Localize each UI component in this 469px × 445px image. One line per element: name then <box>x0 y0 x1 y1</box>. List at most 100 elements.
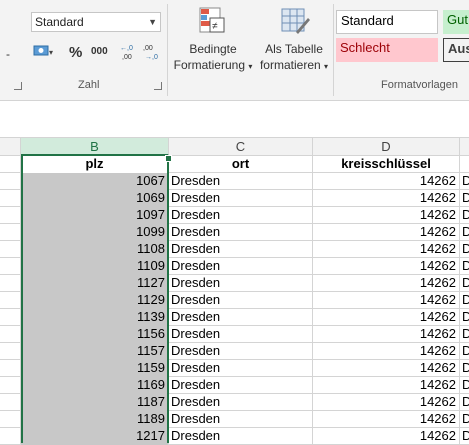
cell-e[interactable]: D <box>460 411 469 428</box>
cell[interactable] <box>0 275 21 292</box>
style-schlecht[interactable]: Schlecht <box>336 38 438 62</box>
cell-ort[interactable]: Dresden <box>169 258 313 275</box>
number-format-dropdown[interactable]: Standard ▼ <box>31 12 161 32</box>
cell[interactable] <box>0 360 21 377</box>
cell-ort[interactable]: Dresden <box>169 394 313 411</box>
cell-kreisschluessel[interactable]: 14262 <box>313 224 460 241</box>
cell-plz[interactable]: 1127 <box>21 275 169 292</box>
column-header-a[interactable] <box>0 138 21 156</box>
cell-e[interactable]: D <box>460 207 469 224</box>
cell-kreisschluessel[interactable]: 14262 <box>313 207 460 224</box>
cell[interactable] <box>0 173 21 190</box>
cell-plz[interactable]: 1156 <box>21 326 169 343</box>
cell-plz[interactable]: 1189 <box>21 411 169 428</box>
cell-e[interactable]: D <box>460 292 469 309</box>
cell-kreisschluessel[interactable]: 14262 <box>313 377 460 394</box>
header-cell-plz[interactable]: plz <box>21 156 169 173</box>
cell-plz[interactable]: 1159 <box>21 360 169 377</box>
cell[interactable] <box>0 156 21 173</box>
column-header-b[interactable]: B <box>21 138 169 156</box>
cell-plz[interactable]: 1169 <box>21 377 169 394</box>
cell[interactable] <box>0 224 21 241</box>
cell[interactable] <box>0 258 21 275</box>
cell-ort[interactable]: Dresden <box>169 207 313 224</box>
style-ausgabe[interactable]: Aus <box>443 38 469 62</box>
cell[interactable] <box>0 326 21 343</box>
cell-kreisschluessel[interactable]: 14262 <box>313 173 460 190</box>
cell-ort[interactable]: Dresden <box>169 326 313 343</box>
column-header-e[interactable] <box>460 138 469 156</box>
column-header-d[interactable]: D <box>313 138 460 156</box>
cell-ort[interactable]: Dresden <box>169 343 313 360</box>
cell-kreisschluessel[interactable]: 14262 <box>313 258 460 275</box>
increase-decimal-button[interactable]: ←,0 ,00 <box>120 42 138 65</box>
cell[interactable] <box>0 292 21 309</box>
cell-kreisschluessel[interactable]: 14262 <box>313 190 460 207</box>
cell-kreisschluessel[interactable]: 14262 <box>313 326 460 343</box>
cell[interactable] <box>0 394 21 411</box>
cell-e[interactable]: D <box>460 326 469 343</box>
cell-plz[interactable]: 1069 <box>21 190 169 207</box>
cell-ort[interactable]: Dresden <box>169 309 313 326</box>
cell-plz[interactable]: 1129 <box>21 292 169 309</box>
cell-kreisschluessel[interactable]: 14262 <box>313 360 460 377</box>
cell-plz[interactable]: 1108 <box>21 241 169 258</box>
cell-e[interactable]: D <box>460 190 469 207</box>
cell-kreisschluessel[interactable]: 14262 <box>313 241 460 258</box>
currency-format-button[interactable]: ▾ <box>33 43 55 62</box>
cell-kreisschluessel[interactable]: 14262 <box>313 343 460 360</box>
column-header-c[interactable]: C <box>169 138 313 156</box>
cell-ort[interactable]: Dresden <box>169 292 313 309</box>
conditional-formatting-button[interactable]: ≠ Bedingte Formatierung ▾ <box>170 4 256 74</box>
cell-ort[interactable]: Dresden <box>169 360 313 377</box>
cell-kreisschluessel[interactable]: 14262 <box>313 394 460 411</box>
cell[interactable] <box>0 190 21 207</box>
cell-ort[interactable]: Dresden <box>169 411 313 428</box>
cell-e[interactable]: D <box>460 241 469 258</box>
cell-e[interactable]: D <box>460 360 469 377</box>
cell-e[interactable]: D <box>460 309 469 326</box>
cell-ort[interactable]: Dresden <box>169 190 313 207</box>
zahl-launcher-icon[interactable] <box>154 82 162 90</box>
cell-plz[interactable]: 1187 <box>21 394 169 411</box>
cell-ort[interactable]: Dresden <box>169 173 313 190</box>
cell-plz[interactable]: 1139 <box>21 309 169 326</box>
cell-e[interactable]: D <box>460 173 469 190</box>
cell-e[interactable]: D <box>460 428 469 445</box>
launcher-left-icon[interactable] <box>14 82 22 90</box>
format-as-table-button[interactable]: Als Tabelle formatieren ▾ <box>256 4 332 74</box>
style-gut[interactable]: Gut <box>443 10 469 34</box>
style-standard[interactable]: Standard <box>336 10 438 34</box>
fill-handle[interactable] <box>165 155 172 162</box>
cell[interactable] <box>0 309 21 326</box>
cell-e[interactable]: D <box>460 394 469 411</box>
thousands-separator-button[interactable]: 000 <box>91 46 108 57</box>
cell[interactable] <box>460 156 469 173</box>
cell-ort[interactable]: Dresden <box>169 275 313 292</box>
cell-ort[interactable]: Dresden <box>169 377 313 394</box>
cell-plz[interactable]: 1217 <box>21 428 169 445</box>
cell-kreisschluessel[interactable]: 14262 <box>313 292 460 309</box>
cell[interactable] <box>0 343 21 360</box>
cell-kreisschluessel[interactable]: 14262 <box>313 428 460 445</box>
decrease-decimal-button[interactable]: ,00 →,0 <box>143 42 161 65</box>
cell-kreisschluessel[interactable]: 14262 <box>313 309 460 326</box>
cell-kreisschluessel[interactable]: 14262 <box>313 411 460 428</box>
header-cell-kreisschluessel[interactable]: kreisschlüssel <box>313 156 460 173</box>
cell-plz[interactable]: 1097 <box>21 207 169 224</box>
cell-plz[interactable]: 1067 <box>21 173 169 190</box>
cell-ort[interactable]: Dresden <box>169 224 313 241</box>
cell-ort[interactable]: Dresden <box>169 241 313 258</box>
percent-button[interactable]: % <box>69 44 82 61</box>
cell-plz[interactable]: 1109 <box>21 258 169 275</box>
cell[interactable] <box>0 377 21 394</box>
cell[interactable] <box>0 241 21 258</box>
cell-e[interactable]: D <box>460 275 469 292</box>
header-cell-ort[interactable]: ort <box>169 156 313 173</box>
cell-e[interactable]: D <box>460 258 469 275</box>
cell-e[interactable]: D <box>460 224 469 241</box>
cell-plz[interactable]: 1099 <box>21 224 169 241</box>
cell-kreisschluessel[interactable]: 14262 <box>313 275 460 292</box>
cell[interactable] <box>0 207 21 224</box>
cell-e[interactable]: D <box>460 343 469 360</box>
